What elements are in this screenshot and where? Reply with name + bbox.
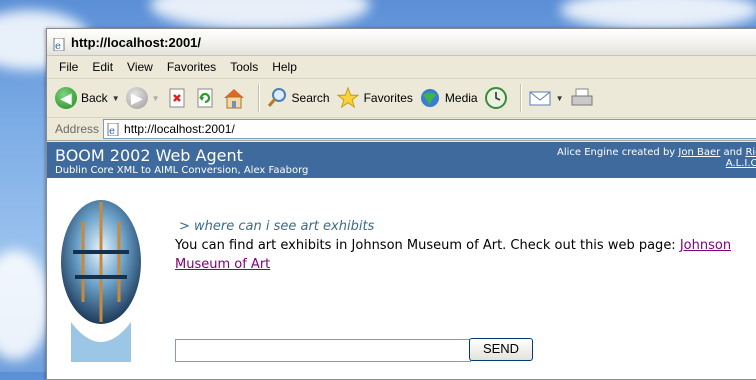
user-query: > where can i see art exhibits <box>179 219 375 234</box>
mail-button[interactable]: ▼ <box>528 87 564 109</box>
svg-text:e: e <box>109 126 115 136</box>
chevron-down-icon[interactable]: ▼ <box>556 94 564 103</box>
media-label: Media <box>444 91 478 105</box>
search-label: Search <box>291 91 330 105</box>
menu-bar: File Edit View Favorites Tools Help <box>47 56 756 79</box>
send-button[interactable]: SEND <box>469 338 533 361</box>
alice-link[interactable]: A.L.I.C.E <box>726 158 756 169</box>
stop-button[interactable] <box>166 87 188 109</box>
page-subtitle: Dublin Core XML to AIML Conversion, Alex… <box>55 165 309 176</box>
svg-text:e: e <box>55 41 61 51</box>
ie-page-icon: e <box>53 36 66 52</box>
media-icon <box>420 89 439 107</box>
search-icon <box>267 88 286 107</box>
menu-help[interactable]: Help <box>266 58 305 76</box>
chevron-down-icon[interactable]: ▼ <box>152 94 160 103</box>
favorites-label: Favorites <box>363 91 413 105</box>
menu-file[interactable]: File <box>53 58 86 76</box>
bot-answer: You can find art exhibits in Johnson Mus… <box>175 236 756 274</box>
desktop-cloud <box>0 250 50 360</box>
star-icon <box>336 87 359 109</box>
back-label: Back <box>81 91 108 105</box>
robot-head-image <box>61 200 141 362</box>
search-button[interactable]: Search <box>266 87 330 109</box>
history-button[interactable] <box>484 86 508 110</box>
desktop-cloud <box>150 0 370 30</box>
chevron-down-icon[interactable]: ▼ <box>112 94 120 103</box>
toolbar-separator <box>257 84 260 112</box>
menu-edit[interactable]: Edit <box>86 58 121 76</box>
back-arrow-icon: ◀ <box>55 87 77 109</box>
forward-button[interactable]: ▶ ▼ <box>125 87 160 109</box>
mail-icon <box>529 91 551 106</box>
back-button[interactable]: ◀ Back ▼ <box>55 87 120 109</box>
history-icon <box>484 87 507 109</box>
page-title: BOOM 2002 Web Agent <box>55 146 243 165</box>
credit-prefix: Alice Engine created by <box>557 147 679 158</box>
toolbar-separator <box>519 84 522 112</box>
credit-text: Alice Engine created by Jon Baer and Ric… <box>557 147 756 169</box>
page-content: BOOM 2002 Web Agent Dublin Core XML to A… <box>47 142 756 379</box>
favorites-button[interactable]: Favorites <box>336 87 413 109</box>
refresh-icon <box>197 88 213 108</box>
address-field[interactable]: e http://localhost:2001/ <box>103 119 756 139</box>
print-button[interactable] <box>570 87 594 109</box>
credit-and: and <box>720 147 746 158</box>
menu-favorites[interactable]: Favorites <box>161 58 224 76</box>
home-icon <box>223 89 244 109</box>
jon-baer-link[interactable]: Jon Baer <box>678 147 720 158</box>
title-bar[interactable]: e http://localhost:2001/ <box>47 29 756 56</box>
home-button[interactable] <box>222 87 246 109</box>
answer-text: You can find art exhibits in Johnson Mus… <box>175 238 680 253</box>
menu-tools[interactable]: Tools <box>224 58 266 76</box>
address-label: Address <box>55 122 100 136</box>
chat-input[interactable] <box>175 339 471 362</box>
rich-link[interactable]: Rich <box>745 147 756 158</box>
standard-toolbar: ◀ Back ▼ ▶ ▼ Search Favorites Media ▼ <box>47 79 756 118</box>
menu-view[interactable]: View <box>121 58 161 76</box>
printer-icon <box>571 88 593 106</box>
stop-icon <box>169 88 185 108</box>
address-url: http://localhost:2001/ <box>124 122 235 136</box>
window-title: http://localhost:2001/ <box>71 34 202 50</box>
desktop-cloud <box>560 0 756 30</box>
ie-page-icon: e <box>107 122 119 136</box>
page-banner: BOOM 2002 Web Agent Dublin Core XML to A… <box>47 142 756 178</box>
address-bar: Address e http://localhost:2001/ <box>47 118 756 141</box>
media-button[interactable]: Media <box>419 87 478 109</box>
refresh-button[interactable] <box>194 87 216 109</box>
browser-window: e http://localhost:2001/ File Edit View … <box>46 28 756 380</box>
forward-arrow-icon: ▶ <box>125 87 148 109</box>
